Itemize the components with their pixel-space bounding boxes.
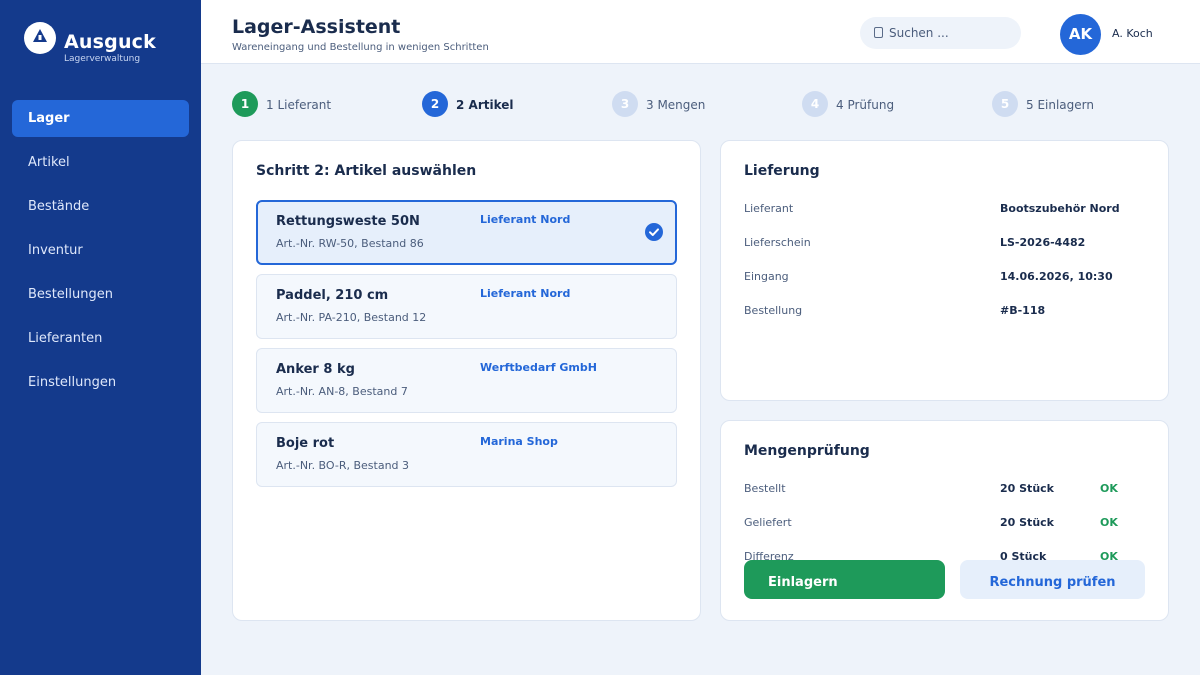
item-supplier: Werftbedarf GmbH [480, 361, 597, 374]
list-item[interactable]: Paddel, 210 cm Art.-Nr. PA-210, Bestand … [256, 274, 677, 339]
step-number: 2 [422, 91, 448, 117]
step-label: 1 Lieferant [266, 98, 332, 112]
row-value: LS-2026-4482 [1000, 236, 1086, 249]
item-supplier: Lieferant Nord [480, 213, 571, 226]
sidebar-nav: Lager Artikel Bestände Inventur Bestellu… [12, 100, 189, 408]
status-badge: OK [1100, 482, 1118, 495]
step-label: 5 Einlagern [1026, 98, 1094, 112]
sidebar: Ausguck Lagerverwaltung Lager Artikel Be… [0, 0, 201, 675]
list-item[interactable]: Anker 8 kg Art.-Nr. AN-8, Bestand 7 Werf… [256, 348, 677, 413]
delivery-title: Lieferung [744, 163, 820, 179]
row-value: #B-118 [1000, 304, 1046, 317]
row-value: 14.06.2026, 10:30 [1000, 270, 1113, 283]
item-meta: Art.-Nr. AN-8, Bestand 7 [276, 385, 408, 398]
quantity-check-title: Mengenprüfung [744, 443, 870, 459]
row-value: Bootszubehör Nord [1000, 202, 1120, 215]
delivery-card: Lieferung Lieferant Bootszubehör Nord Li… [720, 140, 1169, 401]
row-value: 20 Stück [1000, 482, 1054, 495]
app-logo-icon [24, 22, 56, 54]
article-list: Rettungsweste 50N Art.-Nr. RW-50, Bestan… [256, 200, 677, 496]
sidebar-item-bestellungen[interactable]: Bestellungen [12, 276, 189, 313]
search-box[interactable] [860, 17, 1021, 49]
avatar[interactable]: AK [1060, 14, 1101, 55]
status-badge: OK [1100, 516, 1118, 529]
sidebar-item-inventur[interactable]: Inventur [12, 232, 189, 269]
step-label: 4 Prüfung [836, 98, 895, 112]
search-icon [874, 27, 883, 38]
item-meta: Art.-Nr. BO-R, Bestand 3 [276, 459, 410, 472]
article-select-title: Schritt 2: Artikel auswählen [256, 163, 477, 179]
step-number: 5 [992, 91, 1018, 117]
delivery-row-arrival: Eingang 14.06.2026, 10:30 [744, 270, 1144, 290]
quantity-row-delivered: Geliefert 20 Stück OK [744, 516, 1144, 536]
app-name: Ausguck [64, 31, 156, 53]
sidebar-item-artikel[interactable]: Artikel [12, 144, 189, 181]
item-name: Rettungsweste 50N [276, 214, 420, 229]
row-label: Eingang [744, 270, 789, 283]
user-name[interactable]: A. Koch [1112, 27, 1153, 40]
delivery-row-order: Bestellung #B-118 [744, 304, 1144, 324]
sidebar-item-lieferanten[interactable]: Lieferanten [12, 320, 189, 357]
sidebar-item-lager[interactable]: Lager [12, 100, 189, 137]
check-invoice-button[interactable]: Rechnung prüfen [960, 560, 1145, 599]
list-item[interactable]: Rettungsweste 50N Art.-Nr. RW-50, Bestan… [256, 200, 677, 265]
row-value: 20 Stück [1000, 516, 1054, 529]
row-label: Bestellt [744, 482, 786, 495]
quantity-rows: Bestellt 20 Stück OK Geliefert 20 Stück … [721, 479, 1167, 566]
row-label: Lieferschein [744, 236, 811, 249]
item-meta: Art.-Nr. RW-50, Bestand 86 [276, 237, 424, 250]
check-circle-icon [645, 223, 663, 241]
header: Lager-Assistent Wareneingang und Bestell… [201, 0, 1200, 64]
step-number: 3 [612, 91, 638, 117]
step-number: 4 [802, 91, 828, 117]
quantity-check-card: Mengenprüfung Bestellt 20 Stück OK Gelie… [720, 420, 1169, 621]
list-item[interactable]: Boje rot Art.-Nr. BO-R, Bestand 3 Marina… [256, 422, 677, 487]
item-name: Anker 8 kg [276, 362, 355, 377]
delivery-row-delivery-note: Lieferschein LS-2026-4482 [744, 236, 1144, 256]
step-label: 3 Mengen [646, 98, 706, 112]
step-number: 1 [232, 91, 258, 117]
item-supplier: Marina Shop [480, 435, 558, 448]
row-label: Bestellung [744, 304, 803, 317]
page-subtitle: Wareneingang und Bestellung in wenigen S… [232, 42, 489, 53]
row-label: Geliefert [744, 516, 792, 529]
store-button[interactable]: Einlagern [744, 560, 945, 599]
quantity-row-ordered: Bestellt 20 Stück OK [744, 482, 1144, 502]
row-label: Lieferant [744, 202, 794, 215]
item-name: Boje rot [276, 436, 335, 451]
sidebar-item-einstellungen[interactable]: Einstellungen [12, 364, 189, 401]
step-label: 2 Artikel [456, 98, 514, 112]
sidebar-item-bestaende[interactable]: Bestände [12, 188, 189, 225]
item-meta: Art.-Nr. PA-210, Bestand 12 [276, 311, 427, 324]
article-select-card: Schritt 2: Artikel auswählen Rettungswes… [232, 140, 701, 621]
page-title: Lager-Assistent [232, 16, 401, 38]
delivery-row-supplier: Lieferant Bootszubehör Nord [744, 202, 1144, 222]
item-name: Paddel, 210 cm [276, 288, 389, 303]
item-supplier: Lieferant Nord [480, 287, 571, 300]
search-input[interactable] [889, 22, 1011, 44]
app-subtitle: Lagerverwaltung [64, 54, 141, 64]
